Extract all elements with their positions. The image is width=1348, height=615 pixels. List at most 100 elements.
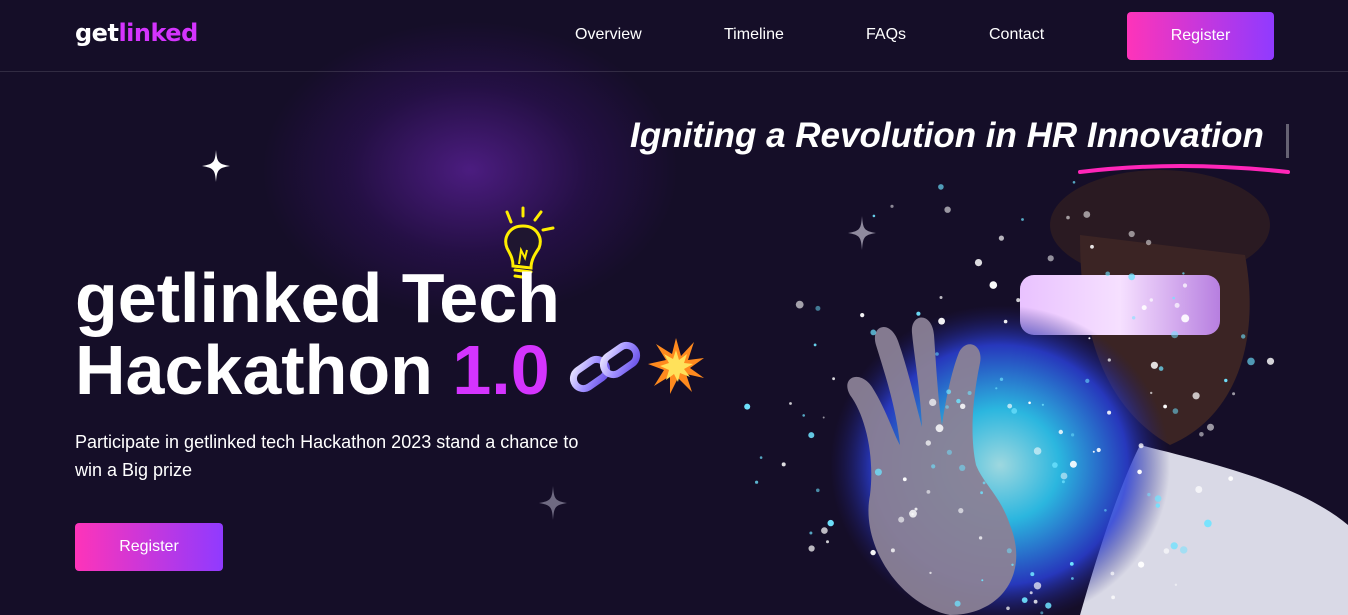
particle-dot: [916, 311, 921, 316]
particle-dot: [809, 531, 813, 535]
particle-dot: [1150, 361, 1158, 369]
particle-dot: [1003, 319, 1008, 324]
nav-link-faqs[interactable]: FAQs: [866, 26, 906, 44]
particle-dot: [795, 300, 804, 309]
particle-dot: [1007, 403, 1013, 409]
particle-dot: [1011, 563, 1014, 566]
particle-dot: [929, 571, 932, 575]
particle-dot: [1021, 218, 1024, 221]
particle-dot: [1072, 181, 1076, 184]
particle-dot: [816, 488, 820, 493]
particle-dot: [1174, 583, 1178, 586]
particle-dot: [1041, 403, 1044, 406]
particle-dot: [999, 377, 1004, 381]
particle-dot: [890, 204, 894, 208]
particle-dot: [1069, 562, 1074, 566]
particle-dot: [981, 579, 984, 582]
particle-dot: [959, 464, 966, 471]
nav-register-button[interactable]: Register: [1127, 12, 1274, 60]
particle-dot: [1199, 432, 1204, 437]
hero-subtext: Participate in getlinked tech Hackathon …: [75, 432, 579, 480]
particle-dot: [1083, 211, 1091, 218]
particle-dot: [1141, 305, 1147, 311]
particle-dot: [1155, 503, 1160, 508]
particle-dot: [1066, 215, 1070, 220]
sparkle-star-icon: [539, 486, 567, 520]
particle-dot: [1138, 561, 1145, 568]
particle-dot: [978, 536, 983, 540]
particle-dot: [1071, 433, 1075, 437]
particle-dot: [995, 387, 998, 390]
particle-dot: [1006, 548, 1012, 554]
particle-dot: [1150, 391, 1153, 395]
particle-dot: [870, 549, 876, 556]
particle-dot: [946, 389, 952, 395]
particle-dot: [967, 391, 972, 395]
particle-dot: [939, 296, 943, 299]
particle-dot: [974, 259, 983, 267]
particle-dot: [789, 402, 792, 405]
particle-dot: [1092, 450, 1095, 453]
particle-dot: [925, 440, 931, 446]
particle-dot: [1192, 392, 1200, 400]
particle-dot: [1172, 408, 1179, 414]
particle-dot: [815, 305, 821, 311]
particle-dot: [935, 424, 944, 433]
particle-dot: [1006, 606, 1010, 611]
particle-dot: [989, 281, 998, 289]
particle-dot: [1247, 357, 1255, 366]
particle-dot: [1138, 443, 1144, 449]
particle-dot: [1228, 476, 1234, 481]
particle-dot: [870, 329, 877, 336]
particle-dot: [954, 600, 961, 607]
particle-dot: [808, 432, 815, 439]
particle-dot: [1033, 582, 1042, 590]
particle-dot: [1111, 595, 1115, 600]
chain-link-icon: [569, 341, 641, 393]
particle-dot: [1180, 546, 1188, 554]
particle-dot: [1128, 273, 1136, 281]
particle-dot: [813, 343, 817, 347]
particle-dot: [1145, 239, 1152, 246]
nav-link-overview[interactable]: Overview: [575, 26, 642, 44]
particle-dot: [802, 414, 805, 417]
particle-dot: [938, 184, 944, 190]
hero-illustration: [744, 170, 1348, 615]
hero-vr-person-image: [700, 165, 1348, 615]
hero-register-button[interactable]: Register: [75, 523, 223, 571]
headline-line-2-text: Hackathon: [75, 331, 453, 409]
particle-dot: [1204, 519, 1212, 528]
particle-dot: [1181, 314, 1190, 323]
getlinked-logo[interactable]: getlinked: [75, 19, 198, 47]
particle-dot: [1163, 404, 1167, 409]
particle-dot: [1147, 492, 1151, 497]
particle-dot: [874, 468, 882, 476]
nav-link-timeline[interactable]: Timeline: [724, 26, 784, 44]
particle-dot: [958, 508, 964, 514]
particle-dot: [1132, 316, 1136, 320]
particle-dot: [1071, 577, 1074, 580]
particle-dot: [822, 416, 825, 419]
tagline-highlight: HR Innovation: [1026, 116, 1264, 155]
particle-dot: [1110, 571, 1115, 576]
nav-link-contact[interactable]: Contact: [989, 26, 1044, 44]
particle-dot: [998, 235, 1004, 241]
particle-dot: [781, 462, 786, 467]
particle-dot: [1090, 244, 1094, 249]
particle-dot: [1069, 460, 1077, 468]
particle-dot: [945, 405, 949, 409]
particle-dot: [1207, 423, 1214, 431]
particle-dot: [946, 449, 952, 455]
particle-dot: [944, 206, 951, 213]
particle-dot: [931, 464, 936, 469]
particle-dot: [1232, 392, 1236, 396]
particle-dot: [980, 491, 983, 495]
particle-dot: [1061, 480, 1065, 484]
particle-dot: [821, 527, 828, 534]
particle-dot: [759, 456, 763, 459]
particle-dot: [1033, 599, 1038, 604]
particle-dot: [1149, 298, 1153, 302]
particle-dot: [1182, 272, 1185, 275]
particle-dot: [956, 398, 961, 404]
particle-dot: [935, 352, 939, 356]
